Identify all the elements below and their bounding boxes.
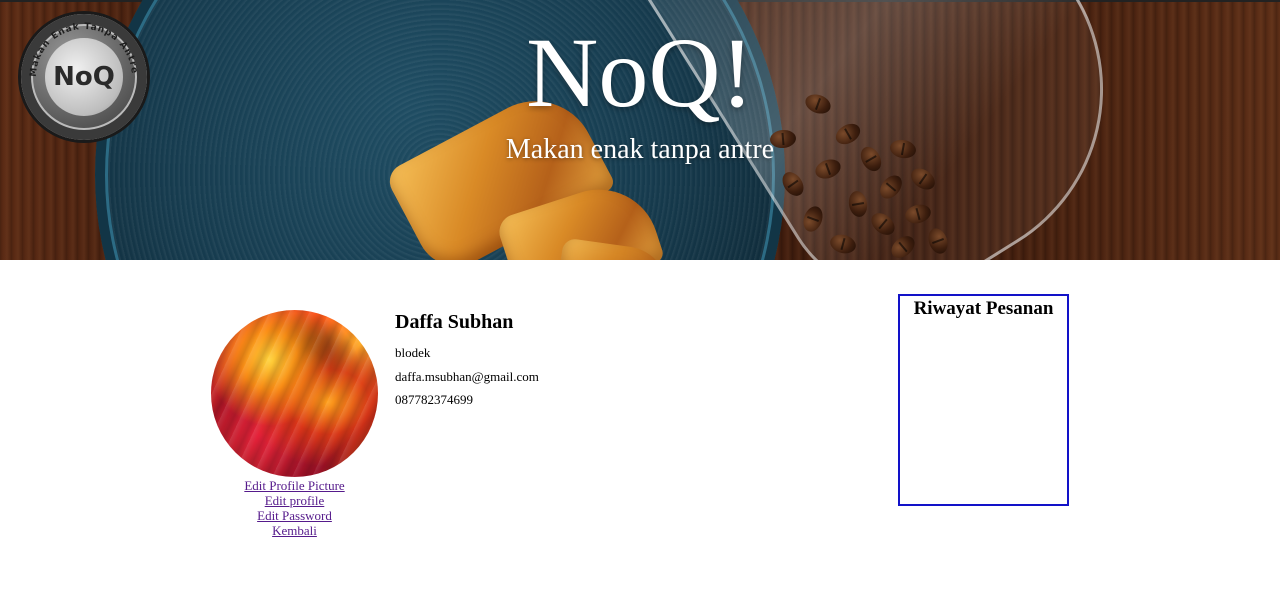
profile-links: Edit Profile Picture Edit profile Edit P…: [211, 478, 378, 538]
edit-profile-picture-link[interactable]: Edit Profile Picture: [211, 478, 378, 493]
profile-phone: 087782374699: [395, 392, 473, 407]
order-history-panel: Riwayat Pesanan: [898, 294, 1069, 506]
header-banner: Makan Enak Tanpa Antre NoQ NoQ! Makan en…: [0, 0, 1280, 260]
edit-password-link[interactable]: Edit Password: [211, 508, 378, 523]
profile-username: blodek: [395, 345, 431, 360]
site-title: NoQ!: [526, 17, 754, 128]
back-link[interactable]: Kembali: [211, 523, 378, 538]
edit-profile-link[interactable]: Edit profile: [211, 493, 378, 508]
profile-name: Daffa Subhan: [395, 311, 514, 333]
site-tagline: Makan enak tanpa antre: [505, 134, 775, 165]
profile-avatar: [211, 310, 378, 477]
order-history-title: Riwayat Pesanan: [913, 298, 1054, 319]
profile-email: daffa.msubhan@gmail.com: [395, 369, 539, 384]
